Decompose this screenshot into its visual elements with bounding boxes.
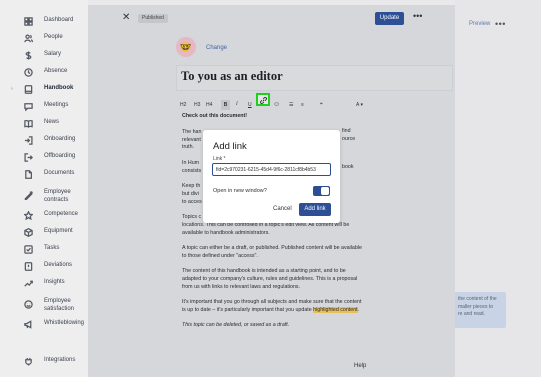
paragraph: The content of this handbook is intended… xyxy=(182,268,358,290)
sidebar-item-label: Employee xyxy=(44,189,71,195)
sidebar-item-label: Offboarding xyxy=(44,153,76,160)
sidebar: Dashboard People Salary Absence › Handbo… xyxy=(0,0,88,377)
footer-note: This topic can be deleted, or saved as a… xyxy=(182,322,290,329)
sidebar-item-label: Tasks xyxy=(44,245,60,252)
heading3-button[interactable]: H3 xyxy=(194,100,200,110)
sidebar-item-label: Salary xyxy=(44,51,62,58)
sidebar-item-label: News xyxy=(44,119,60,126)
box-icon xyxy=(24,227,33,237)
sidebar-item-label: People xyxy=(44,34,63,41)
sidebar-item-label-line2: contracts xyxy=(44,197,69,203)
background-note-line: maller pieces to xyxy=(458,303,494,310)
news-icon xyxy=(24,119,33,128)
paragraph: locations. This can be controlled in a t… xyxy=(182,221,350,236)
status-badge: Published xyxy=(138,14,168,23)
dollar-icon xyxy=(24,50,33,60)
megaphone-icon xyxy=(24,319,33,329)
text-size-dropdown[interactable]: A ▾ xyxy=(356,100,363,110)
add-link-button[interactable]: Add link xyxy=(299,203,331,216)
sidebar-item-label: Employee xyxy=(44,298,71,304)
paragraph: A topic can either be a draft, or publis… xyxy=(182,244,362,259)
add-link-dialog: Add link Link * Open in new window? Canc… xyxy=(203,130,340,223)
heading4-button[interactable]: H4 xyxy=(206,100,212,110)
trend-icon xyxy=(24,279,33,288)
dialog-title: Add link xyxy=(213,141,247,152)
document-icon xyxy=(24,169,33,179)
new-window-toggle[interactable] xyxy=(313,186,330,196)
sidebar-item-label: Equipment xyxy=(44,228,73,235)
update-button[interactable]: Update xyxy=(375,12,404,25)
page-title: To you as an editor xyxy=(181,69,283,83)
alert-icon xyxy=(24,261,33,271)
underline-button[interactable]: U xyxy=(248,100,252,110)
format-toolbar xyxy=(176,97,453,113)
checkbox-icon xyxy=(24,244,33,254)
help-link[interactable]: Help xyxy=(354,363,366,369)
italic-button[interactable]: I xyxy=(236,100,238,110)
sidebar-item-label: Handbook xyxy=(44,85,74,92)
link-icon xyxy=(260,97,267,104)
right-fragment: find xyxy=(342,128,351,134)
sidebar-item-label: Deviations xyxy=(44,262,73,269)
sidebar-item-label: Onboarding xyxy=(44,136,76,143)
change-avatar-link[interactable]: Change xyxy=(206,45,227,51)
background-note: the content of the maller pieces to re a… xyxy=(452,292,506,328)
login-icon xyxy=(24,135,33,145)
avatar: 🤓 xyxy=(176,37,196,57)
sidebar-item-label: Insights xyxy=(44,279,65,286)
background-more-icon[interactable]: ••• xyxy=(495,19,506,29)
link-input[interactable] xyxy=(212,163,331,176)
cancel-button[interactable]: Cancel xyxy=(273,206,292,212)
chat-icon xyxy=(24,102,33,111)
star-icon xyxy=(24,210,33,220)
logout-icon xyxy=(24,152,33,162)
numbered-list-icon[interactable]: ≡ xyxy=(301,100,304,110)
link-button[interactable] xyxy=(256,93,270,106)
sidebar-item-label: Absence xyxy=(44,68,68,75)
smile-icon xyxy=(24,299,33,309)
bullet-list-icon[interactable]: ☰ xyxy=(289,100,293,110)
sidebar-item-label: Documents xyxy=(44,170,75,177)
new-window-label: Open in new window? xyxy=(213,188,267,194)
right-fragment: book xyxy=(342,164,354,170)
close-icon[interactable]: ✕ xyxy=(122,12,130,23)
background-note-line: re and read. xyxy=(458,311,485,317)
sidebar-item-label: Whistleblowing xyxy=(44,320,85,327)
people-icon xyxy=(24,33,33,43)
document-lead: Check out this document! xyxy=(182,113,248,119)
chevron-right-icon: › xyxy=(11,86,13,92)
highlighted-text: highlighted content xyxy=(313,306,358,313)
quote-icon[interactable]: ❝ xyxy=(320,100,323,110)
editor-header: ✕ Published Update ••• xyxy=(88,5,455,33)
toggle-knob xyxy=(321,187,329,195)
background-note-line: the content of the xyxy=(458,296,497,302)
emoji-icon[interactable]: ☺ xyxy=(273,100,280,110)
sidebar-item-label: Integrations xyxy=(44,357,76,364)
contract-icon xyxy=(24,190,33,200)
book-icon xyxy=(24,84,33,94)
preview-link[interactable]: Preview xyxy=(469,21,490,27)
link-label: Link * xyxy=(213,156,226,162)
more-options-icon[interactable]: ••• xyxy=(413,11,422,21)
sidebar-item-label-line2: satisfaction xyxy=(44,306,75,312)
right-fragment: ource xyxy=(342,136,356,142)
heading2-button[interactable]: H2 xyxy=(180,100,186,110)
plug-icon xyxy=(24,357,33,366)
paragraph-with-highlight: It's important that you go through all s… xyxy=(182,299,362,313)
calendar-icon xyxy=(24,67,33,77)
sidebar-item-label: Meetings xyxy=(44,102,69,109)
sidebar-item-label: Dashboard xyxy=(44,17,74,24)
bold-button[interactable]: B xyxy=(221,100,230,110)
text-size-label: A xyxy=(356,102,360,108)
sidebar-item-label: Competence xyxy=(44,211,79,218)
grid-icon xyxy=(24,16,33,26)
